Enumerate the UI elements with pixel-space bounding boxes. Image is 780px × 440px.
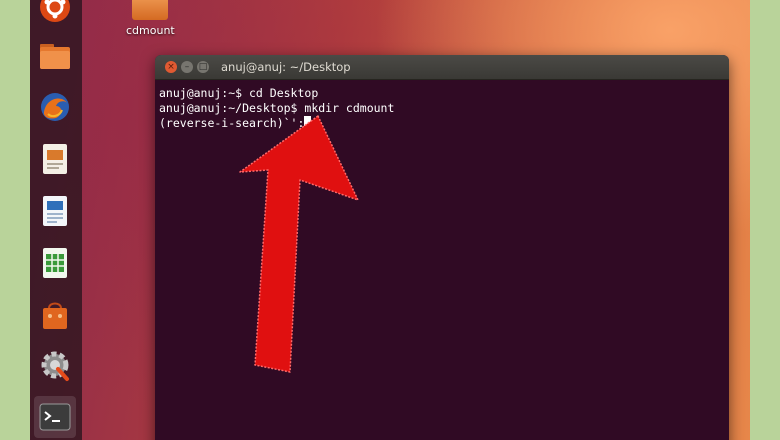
terminal-titlebar[interactable]: × – □ anuj@anuj: ~/Desktop [155, 55, 729, 80]
terminal-app-icon [39, 403, 71, 431]
impress-presentation-icon[interactable] [34, 138, 76, 180]
terminal-line: (reverse-i-search)`': [159, 116, 725, 131]
presentation-icon [43, 144, 67, 174]
gear-icon [41, 351, 69, 381]
spreadsheet-icon [43, 248, 67, 278]
text-cursor [304, 116, 312, 128]
desktop-folder-cdmount[interactable]: cdmount [126, 0, 175, 37]
calc-spreadsheet-icon[interactable] [34, 242, 76, 284]
ubuntu-logo-icon [40, 0, 70, 22]
terminal-icon[interactable] [34, 396, 76, 438]
maximize-icon[interactable]: □ [197, 61, 209, 73]
settings-gear-icon[interactable] [34, 344, 76, 386]
ubuntu-dash-icon[interactable] [34, 0, 76, 28]
desktop-screen: cdmount × – □ anuj@anuj: ~/Desktop anuj@… [30, 0, 750, 440]
terminal-output[interactable]: anuj@anuj:~$ cd Desktop anuj@anuj:~/Desk… [155, 80, 729, 137]
close-icon[interactable]: × [165, 61, 177, 73]
desktop-icon-label: cdmount [126, 24, 175, 37]
minimize-icon[interactable]: – [181, 61, 193, 73]
document-icon [43, 196, 67, 226]
firefox-logo-icon [41, 93, 69, 121]
files-folder-icon[interactable] [34, 34, 76, 76]
reverse-search-prompt: (reverse-i-search)`': [159, 116, 305, 130]
writer-document-icon[interactable] [34, 190, 76, 232]
software-center-icon[interactable] [34, 294, 76, 336]
firefox-icon[interactable] [34, 86, 76, 128]
terminal-line: anuj@anuj:~/Desktop$ mkdir cdmount [159, 101, 395, 115]
terminal-window[interactable]: × – □ anuj@anuj: ~/Desktop anuj@anuj:~$ … [155, 55, 729, 440]
shopping-bag-icon [43, 302, 67, 329]
folder-icon [40, 44, 70, 69]
unity-launcher [30, 0, 82, 440]
window-title: anuj@anuj: ~/Desktop [221, 60, 351, 74]
terminal-line: anuj@anuj:~$ cd Desktop [159, 86, 319, 100]
folder-icon [132, 0, 168, 20]
